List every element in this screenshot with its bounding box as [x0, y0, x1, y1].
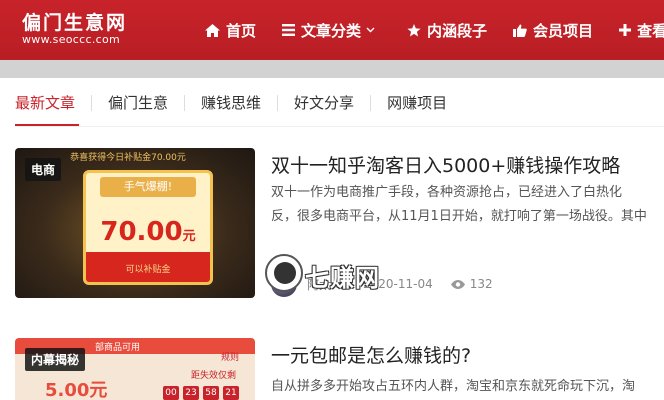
excerpt-line: 双十一作为电商推广手段，各种资源抢占，已经进入了白热化 [271, 185, 623, 200]
timer-digit: 21 [223, 386, 239, 400]
thumb-bottom-text: 可以补贴金 [125, 265, 171, 275]
logo-text: 偏门生意网 [22, 12, 128, 34]
article-thumbnail[interactable]: 部商品可用 规则 5.00元 距失效仅剩 00 23 58 21 内幕揭秘 [15, 338, 255, 400]
tab-money-mindset[interactable]: 赚钱思维 [184, 95, 277, 111]
nav-item-label: 内涵段子 [427, 21, 488, 40]
nav-item-more[interactable]: 查看更多 [619, 20, 664, 41]
header-shadow-strip [0, 60, 664, 78]
article-title[interactable]: 双十一知乎淘客日入5000+赚钱操作攻略 [271, 151, 620, 178]
site-logo[interactable]: 偏门生意网 www.seoccc.com [22, 12, 127, 46]
coupon-rule-link: 规则 [221, 353, 240, 363]
nav-item-membership[interactable]: 会员项目 [513, 20, 593, 41]
plus-icon [619, 24, 632, 36]
main-nav: 首页 文章分类 内涵段子 会员项目 查看更多 [205, 0, 664, 60]
timer-digit: 58 [203, 386, 219, 400]
site-watermark: 七赚网 [265, 254, 385, 294]
article-thumbnail[interactable]: 恭喜获得今日补贴金70.00元 手气爆棚! 70.00元 可以补贴金 电商 [15, 148, 255, 298]
home-icon [205, 23, 220, 37]
chevron-down-icon [366, 27, 375, 33]
view-count: 132 [450, 277, 493, 291]
nav-item-home[interactable]: 首页 [205, 20, 256, 41]
category-badge[interactable]: 内幕揭秘 [25, 348, 86, 371]
nav-item-label: 查看更多 [637, 21, 664, 40]
thumb-caption: 恭喜获得今日补贴金70.00元 [70, 153, 186, 163]
nav-item-jokes[interactable]: 内涵段子 [407, 20, 487, 41]
article-title[interactable]: 一元包邮是怎么赚钱的? [271, 341, 471, 368]
tabs-divider [15, 126, 664, 127]
thumb-amount: 70.00元 [100, 217, 196, 247]
timer-digit: 00 [163, 386, 179, 400]
tab-online-projects[interactable]: 网赚项目 [370, 95, 463, 111]
nav-item-label: 会员项目 [533, 21, 594, 40]
site-header: 偏门生意网 www.seoccc.com 首页 文章分类 内涵段子 会员项目 查… [0, 0, 664, 60]
thumb-packet-bottom: 可以补贴金 [86, 252, 210, 282]
tab-latest[interactable]: 最新文章 [15, 95, 91, 111]
logo-url: www.seoccc.com [22, 33, 121, 46]
nav-item-categories[interactable]: 文章分类 [282, 20, 381, 41]
article-list-card: 最新文章 偏门生意 赚钱思维 好文分享 网赚项目 恭喜获得今日补贴金70.00元… [0, 78, 664, 400]
view-count-value: 132 [469, 277, 493, 291]
excerpt-line: 反，很多电商平台，从11月1日开始，就打响了第一场战役。其中 [271, 209, 647, 224]
hat-logo-icon [265, 254, 303, 292]
thumbs-up-icon [513, 24, 527, 37]
list-icon [282, 24, 296, 36]
coupon-price: 5.00元 [45, 380, 108, 400]
timer-digit: 23 [183, 386, 199, 400]
category-tabs: 最新文章 偏门生意 赚钱思维 好文分享 网赚项目 [15, 78, 463, 128]
tab-good-articles[interactable]: 好文分享 [277, 95, 370, 111]
thumb-ribbon: 手气爆棚! [100, 177, 196, 197]
nav-item-label: 文章分类 [301, 21, 362, 40]
red-packet-graphic: 手气爆棚! 70.00元 可以补贴金 [83, 170, 213, 285]
coupon-header-text: 部商品可用 [95, 343, 141, 353]
star-icon [407, 23, 421, 36]
category-badge[interactable]: 电商 [25, 158, 62, 181]
tab-niche-business[interactable]: 偏门生意 [91, 95, 184, 111]
coupon-timer: 00 23 58 21 [163, 386, 243, 400]
nav-item-label: 首页 [226, 21, 257, 40]
article-excerpt: 自从拼多多开始攻占五环内人群，淘宝和京东就死命玩下沉，淘 [271, 379, 636, 394]
article-excerpt: 双十一作为电商推广手段，各种资源抢占，已经进入了白热化 反，很多电商平台，从11… [271, 181, 647, 229]
coupon-timer-label: 距失效仅剩 [191, 371, 237, 381]
eye-icon [450, 279, 465, 289]
watermark-text: 七赚网 [305, 264, 380, 292]
